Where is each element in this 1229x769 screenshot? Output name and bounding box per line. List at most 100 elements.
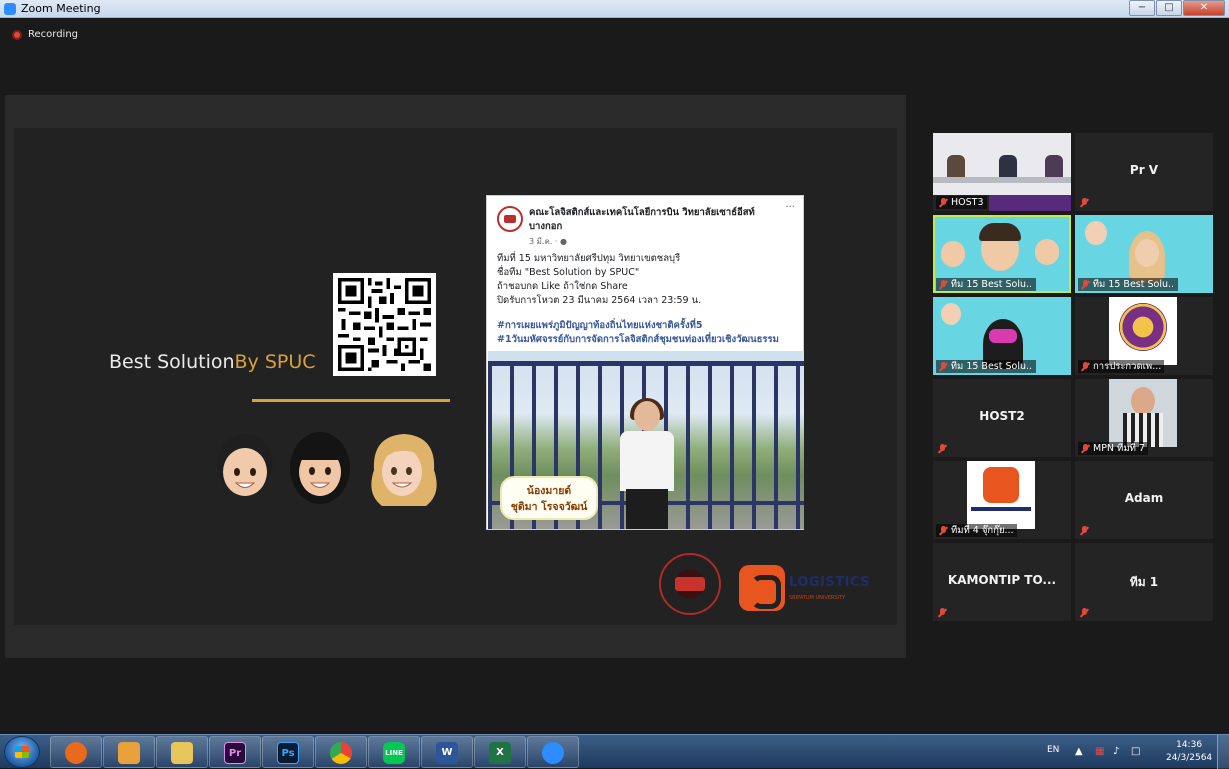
participant-tile[interactable]: ทีม 1 — [1075, 543, 1213, 621]
post-photo: น้องมายด์ ชุติมา โรจจวัฒน์ — [488, 351, 804, 529]
participant-name-center: HOST2 — [979, 409, 1025, 423]
line-icon: LINE — [383, 742, 405, 764]
window-titlebar[interactable]: Zoom Meeting − □ ✕ — [0, 0, 1229, 18]
post-date: 3 มี.ค. · ● — [529, 237, 567, 246]
language-indicator[interactable]: EN — [1047, 745, 1059, 755]
participant-video — [1109, 379, 1177, 447]
participant-tile[interactable]: การประกวดเพ... — [1075, 297, 1213, 375]
face-shape — [1131, 387, 1155, 415]
participant-name: ทีม 15 Best Solu... — [1092, 279, 1175, 290]
qr-code-image — [338, 278, 431, 371]
participant-tile[interactable]: ทีม 15 Best Solu... — [1075, 215, 1213, 293]
student-figure — [616, 398, 678, 529]
show-desktop-button[interactable] — [1217, 735, 1229, 769]
taskbar-app-excel[interactable]: X — [474, 736, 526, 768]
taskbar-app-word[interactable]: W — [421, 736, 473, 768]
memoji-icon — [941, 303, 961, 325]
zoom-icon — [542, 742, 564, 764]
taskbar-app-media-player[interactable] — [103, 736, 155, 768]
zoom-meeting-area: Recording Best SolutionBy SPUC คณะโลจิสต… — [0, 19, 1229, 734]
post-line: ถ้าชอบกด Like ถ้าใช่กด Share — [497, 281, 628, 292]
system-clock[interactable]: 14:36 24/3/2564 — [1166, 739, 1212, 765]
caption-nickname: น้องมายด์ — [526, 485, 572, 497]
action-center-icon[interactable]: □ — [1131, 746, 1143, 758]
mic-muted-icon — [1080, 198, 1089, 208]
mic-muted-icon — [939, 361, 948, 372]
participant-name-badge: การประกวดเพ... — [1078, 360, 1165, 373]
tray-arrow-icon[interactable]: ▲ — [1075, 746, 1087, 758]
mic-muted-icon — [939, 525, 948, 536]
taskbar-app-explorer[interactable] — [156, 736, 208, 768]
explorer-icon — [171, 742, 193, 764]
taskbar-app-ccleaner[interactable] — [50, 736, 102, 768]
ls-logo-text: LOGISTICS — [789, 575, 871, 590]
participant-tile[interactable]: Pr V — [1075, 133, 1213, 211]
memoji-girl-2-icon — [290, 432, 350, 504]
face-shape — [1135, 239, 1159, 267]
participant-tile[interactable]: Adam — [1075, 461, 1213, 539]
participant-tile[interactable]: MPN ทีมที่ 7 — [1075, 379, 1213, 457]
post-line: ชื่อทีม "Best Solution by SPUC" — [497, 267, 640, 278]
recording-label: Recording — [28, 29, 79, 40]
post-body: ทีมที่ 15 มหาวิทยาลัยศรีปทุม วิทยาเขตชลบ… — [497, 252, 797, 308]
university-seal-icon — [1119, 303, 1167, 351]
participant-tile-active-speaker[interactable]: ทีม 15 Best Solu... — [933, 215, 1071, 293]
participant-name: ทีม 15 Best Solu... — [950, 279, 1033, 290]
participant-name: ทีมที่ 4 จุ๊กกุ๊ย... — [951, 525, 1014, 536]
shirt-shape — [620, 431, 674, 491]
participant-tile[interactable]: HOST3 — [933, 133, 1071, 211]
participant-name-badge: HOST3 — [936, 196, 987, 209]
mic-muted-icon — [1080, 526, 1089, 536]
page-name: คณะโลจิสติกส์และเทคโนโลยีการบิน วิทยาลัย… — [529, 207, 755, 232]
slide-title-main: Best Solution — [109, 351, 235, 373]
participant-name-center: ทีม 1 — [1129, 575, 1159, 589]
media-player-icon — [118, 742, 140, 764]
memoji-icon — [1085, 221, 1107, 245]
recording-indicator[interactable]: Recording — [12, 29, 78, 40]
participant-tile[interactable]: ทีมที่ 4 จุ๊กกุ๊ย... — [933, 461, 1071, 539]
hashtag: #1วันมหัศจรรย์กับการจัดการโลจิสติกส์ชุมช… — [497, 334, 779, 345]
slide-title: Best SolutionBy SPUC — [109, 351, 316, 373]
ls-logo-icon — [983, 467, 1019, 503]
window-title: Zoom Meeting — [21, 2, 101, 15]
word-icon: W — [436, 742, 458, 764]
participant-name-badge: ทีม 15 Best Solu... — [1078, 278, 1178, 291]
system-tray: EN ▲ ▦ ♪ □ 14:36 24/3/2564 — [1039, 735, 1229, 769]
mic-muted-icon — [939, 279, 948, 290]
taskbar-app-premiere[interactable]: Pr — [209, 736, 261, 768]
skirt-shape — [626, 489, 668, 529]
hair-shape — [979, 223, 1021, 241]
record-icon — [12, 29, 22, 40]
memoji-girl-3-icon — [371, 434, 437, 506]
participant-name-center: KAMONTIP TO... — [947, 573, 1057, 587]
fence-rail — [488, 361, 804, 366]
network-error-icon[interactable]: ▦ — [1095, 746, 1107, 758]
participant-name-badge: MPN ทีมที่ 7 — [1078, 442, 1148, 455]
taskbar-app-zoom[interactable] — [527, 736, 579, 768]
mic-muted-icon — [1080, 608, 1089, 618]
taskbar-app-chrome[interactable] — [315, 736, 367, 768]
memoji-girl-1-icon — [217, 434, 273, 496]
minimize-button[interactable]: − — [1129, 0, 1155, 16]
participant-video — [933, 133, 1071, 195]
post-hashtags: #การเผยแพร่ภูมิปัญญาท้องถิ่นไทยแห่งชาติค… — [497, 319, 797, 347]
hand-shape — [1035, 239, 1059, 265]
close-button[interactable]: ✕ — [1183, 0, 1225, 16]
logo-text-bar — [971, 507, 1031, 511]
zoom-app-icon — [4, 2, 16, 15]
start-button[interactable] — [4, 736, 40, 768]
more-options-icon: ··· — [785, 202, 795, 213]
qr-code — [333, 273, 436, 376]
participant-tile[interactable]: KAMONTIP TO... — [933, 543, 1071, 621]
taskbar-app-line[interactable]: LINE — [368, 736, 420, 768]
post-line: ปิดรับการโหวต 23 มีนาคม 2564 เวลา 23:59 … — [497, 295, 702, 306]
maximize-button[interactable]: □ — [1156, 0, 1182, 16]
taskbar-app-photoshop[interactable]: Ps — [262, 736, 314, 768]
mic-muted-icon — [1081, 361, 1090, 372]
participant-video — [1109, 297, 1177, 365]
mic-muted-icon — [939, 197, 948, 208]
participant-tile[interactable]: ทีม 15 Best Solu... — [933, 297, 1071, 375]
volume-icon[interactable]: ♪ — [1113, 746, 1125, 758]
slide-title-accent: By SPUC — [234, 351, 316, 373]
participant-tile[interactable]: HOST2 — [933, 379, 1071, 457]
